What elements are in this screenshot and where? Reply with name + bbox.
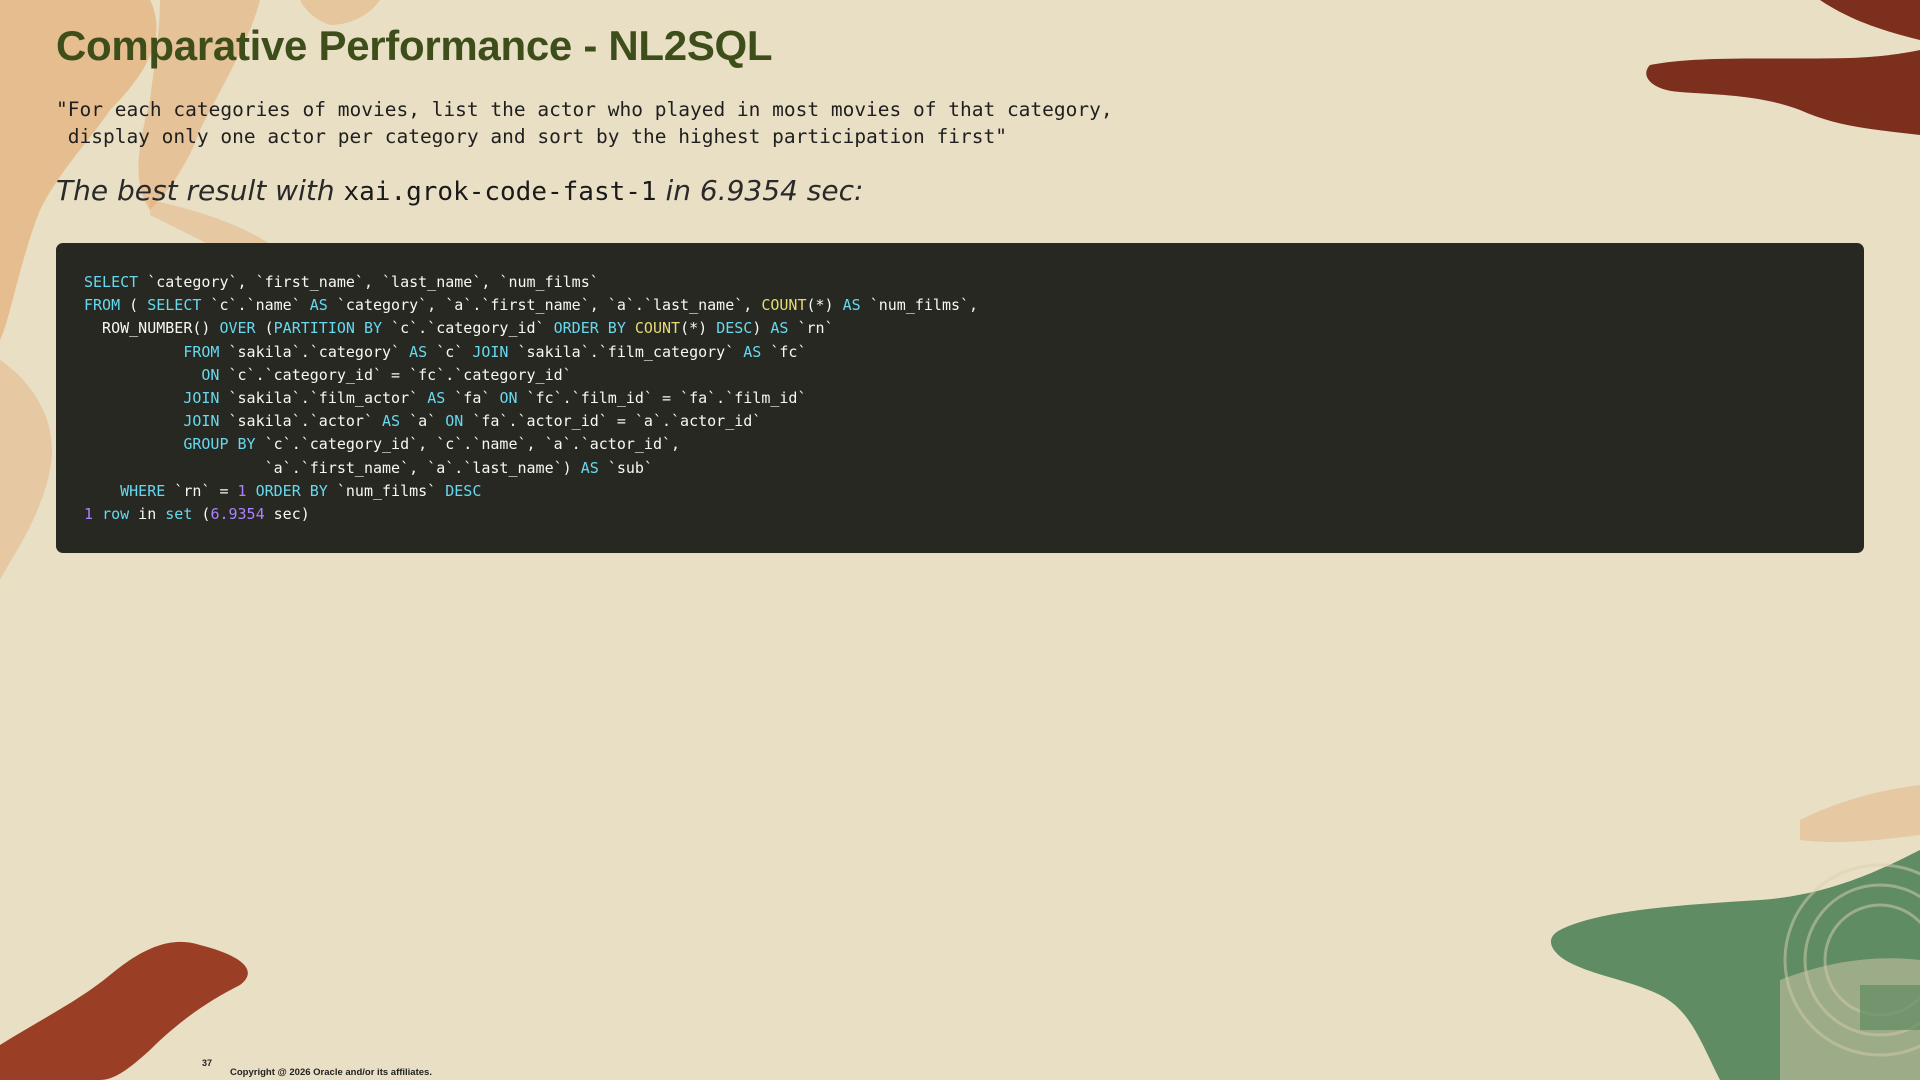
sql-keyword: set (165, 505, 193, 524)
sql-number: 1 (84, 505, 94, 524)
sql-keyword: DESC (445, 481, 482, 500)
model-name: xai.grok-code-fast-1 (343, 177, 657, 207)
result-prefix: The best result with (56, 174, 344, 207)
code-line: FROM `sakila`.`category` AS `c` JOIN `sa… (84, 342, 807, 361)
sql-number: 1 (237, 481, 247, 500)
sql-text: sec) (264, 505, 310, 524)
sql-text: `fc` (761, 342, 807, 361)
sql-keyword: ON (499, 389, 518, 408)
sql-text: ( (120, 296, 148, 315)
sql-keyword: SELECT (147, 296, 202, 315)
sql-text: `fa` (445, 389, 500, 408)
sql-text: `num_films`, (860, 296, 979, 315)
sql-keyword: ORDER BY (553, 319, 626, 338)
result-suffix: in 6.9354 sec: (656, 174, 864, 207)
sql-text: `fc`.`film_id` = `fa`.`film_id` (517, 389, 807, 408)
code-line: WHERE `rn` = 1 ORDER BY `num_films` DESC (84, 482, 481, 500)
sql-text: `sakila`.`film_actor` (219, 389, 428, 408)
sql-text: ( (255, 319, 274, 338)
sql-keyword: FROM (84, 296, 121, 315)
question-line-1: "For each categories of movies, list the… (56, 98, 1113, 121)
code-line: GROUP BY `c`.`category_id`, `c`.`name`, … (84, 435, 680, 453)
sql-text: `c`.`category_id`, `c`.`name`, `a`.`acto… (255, 435, 681, 454)
sql-text: ) (752, 319, 771, 338)
code-line: SELECT `category`, `first_name`, `last_n… (84, 273, 599, 291)
sql-text: in (129, 505, 166, 524)
sql-keyword: JOIN (183, 389, 220, 408)
sql-keyword: PARTITION BY (273, 319, 383, 338)
code-line: FROM ( SELECT `c`.`name` AS `category`, … (84, 296, 978, 314)
sql-text: ROW_NUMBER() (84, 319, 220, 338)
sql-keyword: WHERE (120, 481, 166, 500)
sql-keyword: AS (770, 319, 789, 338)
code-line: JOIN `sakila`.`film_actor` AS `fa` ON `f… (84, 389, 806, 407)
sql-text: `c`.`name` (201, 296, 310, 315)
sql-keyword: AS (409, 342, 428, 361)
sql-code-block: SELECT `category`, `first_name`, `last_n… (56, 243, 1864, 553)
page-title: Comparative Performance - NL2SQL (56, 22, 773, 69)
sql-keyword: AS (743, 342, 762, 361)
sql-text: (*) (806, 296, 843, 315)
sql-function: COUNT (761, 296, 807, 315)
sql-text: `a`.`first_name`, `a`.`last_name`) (84, 458, 581, 477)
sql-text: `sakila`.`actor` (219, 412, 383, 431)
sql-text: `category`, `first_name`, `last_name`, `… (138, 273, 599, 291)
page-number: 37 (202, 1058, 213, 1068)
sql-text: `a` (400, 412, 446, 431)
sql-text: `sub` (598, 458, 653, 477)
code-line: `a`.`first_name`, `a`.`last_name`) AS `s… (84, 459, 653, 477)
question-text: "For each categories of movies, list the… (56, 96, 1113, 150)
code-line: ON `c`.`category_id` = `fc`.`category_id… (84, 365, 572, 384)
sql-text: `rn` (788, 319, 834, 338)
sql-function: COUNT (634, 319, 681, 338)
sql-keyword: AS (309, 296, 328, 315)
sql-code: SELECT `category`, `first_name`, `last_n… (84, 271, 1836, 526)
sql-keyword: OVER (219, 319, 256, 338)
sql-keyword: AS (580, 458, 599, 477)
sql-keyword: SELECT (84, 273, 139, 291)
copyright-notice: Copyright @ 2026 Oracle and/or its affil… (230, 1067, 432, 1078)
sql-text: `c` (427, 342, 473, 361)
sql-keyword: JOIN (183, 412, 220, 431)
sql-text: `c`.`category_id` (382, 319, 554, 338)
sql-keyword: row (102, 505, 130, 524)
sql-keyword: ON (201, 365, 220, 384)
sql-text: `num_films` (327, 481, 446, 500)
sql-keyword: AS (842, 296, 861, 315)
sql-text: `fa`.`actor_id` = `a`.`actor_id` (463, 412, 762, 431)
sql-keyword: ORDER BY (255, 481, 328, 500)
sql-text: ( (192, 505, 211, 524)
sql-text: `category`, `a`.`first_name`, `a`.`last_… (327, 296, 762, 315)
sql-text: (*) (680, 319, 717, 338)
sql-text: `sakila`.`film_category` (508, 342, 744, 361)
sql-keyword: ON (445, 412, 464, 431)
sql-text: `rn` = (165, 481, 238, 500)
code-line: JOIN `sakila`.`actor` AS `a` ON `fa`.`ac… (84, 412, 761, 430)
sql-text: `c`.`category_id` = `fc`.`category_id` (219, 365, 572, 384)
sql-keyword: AS (427, 389, 446, 408)
sql-number: 6.9354 (210, 505, 265, 524)
question-line-2: display only one actor per category and … (56, 125, 1007, 148)
result-caption: The best result with xai.grok-code-fast-… (56, 174, 863, 207)
sql-keyword: FROM (183, 342, 220, 361)
code-line: ROW_NUMBER() OVER (PARTITION BY `c`.`cat… (84, 319, 834, 337)
sql-keyword: JOIN (472, 342, 509, 361)
sql-keyword: GROUP BY (183, 435, 256, 454)
sql-text: `sakila`.`category` (219, 342, 410, 361)
sql-keyword: AS (382, 412, 401, 431)
code-line: 1 row in set (6.9354 sec) (84, 505, 310, 523)
sql-keyword: DESC (716, 319, 753, 338)
